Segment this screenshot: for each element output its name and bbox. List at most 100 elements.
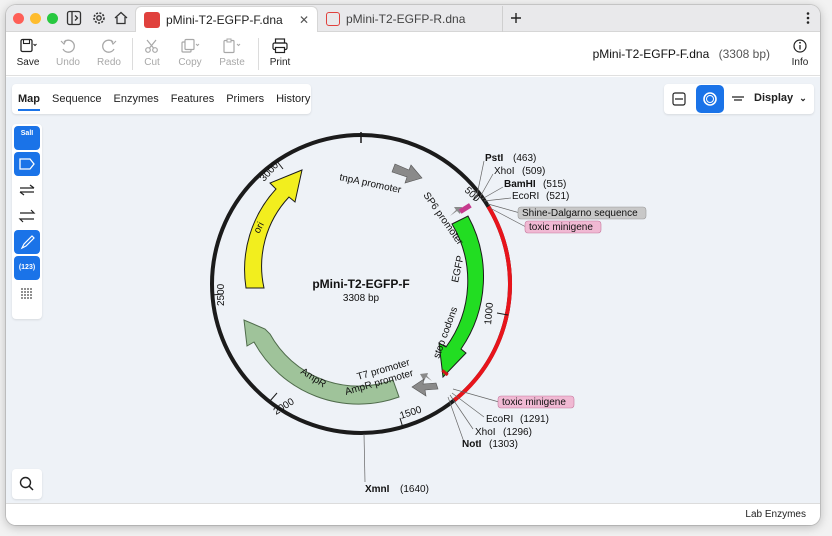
plasmid-map[interactable]: 500 1000 1500 2000 2500 3000 tnpA promot… — [6, 77, 820, 503]
save-label: Save — [16, 57, 40, 68]
title-bar: pMini-T2-EGFP-F.dna ✕ pMini-T2-EGFP-R.dn… — [6, 5, 820, 32]
tab-active-document[interactable]: pMini-T2-EGFP-F.dna ✕ — [135, 6, 318, 32]
ampr-promoter-arrow — [411, 378, 439, 397]
shine-dalgarno-mark — [458, 203, 472, 214]
tick-label-2500: 2500 — [216, 283, 227, 306]
site-ecori-2-name: EcoRI — [486, 414, 513, 425]
print-label: Print — [269, 57, 291, 68]
tick-label-2000: 2000 — [272, 396, 297, 417]
site-bamhi-name: BamHI — [504, 179, 536, 190]
tick-label-500: 500 — [462, 185, 482, 205]
circular-view-button[interactable] — [696, 85, 724, 113]
tab-primers[interactable]: Primers — [220, 84, 270, 114]
redo-icon — [102, 39, 117, 53]
paste-button[interactable]: Paste — [212, 36, 252, 68]
dna-file-icon — [326, 12, 340, 26]
sali-label: SalI — [20, 130, 34, 137]
info-icon — [793, 39, 807, 53]
cut-label: Cut — [144, 57, 160, 68]
numbers-toggle[interactable]: (123) — [14, 256, 40, 280]
paste-label: Paste — [219, 57, 245, 68]
chevron-down-icon: ⌄ — [799, 93, 807, 103]
document-name: pMini-T2-EGFP-F.dna — [592, 47, 710, 61]
brush-icon — [20, 235, 35, 250]
dna-file-icon — [144, 11, 160, 28]
home-icon[interactable] — [113, 10, 129, 26]
paste-icon — [223, 38, 241, 54]
view-tabs: Map Sequence Enzymes Features Primers Hi… — [12, 84, 311, 114]
find-button[interactable] — [12, 469, 42, 499]
side-toolbar: SalI (123) — [12, 124, 42, 319]
site-noti-pos: (1303) — [489, 439, 518, 450]
new-tab-icon[interactable] — [508, 10, 524, 26]
label-sp6: SP6 promoter — [421, 190, 466, 247]
tab-inactive-document[interactable]: pMini-T2-EGFP-R.dna — [318, 6, 503, 32]
text-lines-icon — [21, 288, 33, 299]
tab-enzymes[interactable]: Enzymes — [108, 84, 165, 114]
enzyme-sites-toggle[interactable]: SalI — [14, 126, 40, 150]
print-button[interactable]: Print — [260, 36, 300, 68]
linear-view-button[interactable] — [665, 85, 693, 113]
toxic-minigene-bottom-label: toxic minigene — [502, 397, 566, 408]
tick-label-1000: 1000 — [483, 302, 496, 326]
toxic-minigene-top-label: toxic minigene — [529, 222, 593, 233]
tab-label: pMini-T2-EGFP-F.dna — [166, 12, 283, 27]
site-ecori-name: EcoRI — [512, 191, 539, 202]
tab-history[interactable]: History — [270, 84, 316, 114]
zoom-window-button[interactable] — [47, 13, 58, 24]
sidebar-toggle-icon[interactable] — [66, 10, 82, 26]
site-noti-name: NotI — [462, 439, 482, 450]
site-xmni-name: XmnI — [365, 484, 390, 495]
minimize-window-button[interactable] — [30, 13, 41, 24]
document-length: (3308 bp) — [718, 47, 770, 61]
circular-map-icon — [703, 92, 717, 106]
tab-features[interactable]: Features — [165, 84, 220, 114]
primer-arrows-icon — [18, 209, 36, 223]
more-menu-icon[interactable] — [800, 10, 816, 26]
close-window-button[interactable] — [13, 13, 24, 24]
translation-toggle[interactable] — [14, 282, 40, 306]
orfs-toggle[interactable] — [14, 178, 40, 202]
feature-tag-icon — [19, 158, 35, 170]
gear-icon[interactable] — [91, 10, 107, 26]
sequence-view-button[interactable] — [724, 85, 752, 113]
t7-promoter-arrow — [420, 373, 432, 381]
tab-map[interactable]: Map — [12, 84, 46, 114]
numbers-label: (123) — [18, 264, 36, 271]
undo-icon — [60, 39, 75, 53]
site-ecori-2-pos: (1291) — [520, 414, 549, 425]
plasmid-length: 3308 bp — [343, 293, 380, 304]
display-menu-button[interactable]: Display ⌄ — [754, 92, 807, 104]
copy-button[interactable]: Copy — [170, 36, 210, 68]
plasmid-name: pMini-T2-EGFP-F — [312, 277, 409, 291]
label-tnpa: tnpA promoter — [338, 172, 402, 196]
tnpa-promoter-arrow — [391, 163, 423, 184]
site-psti-name: PstI — [485, 153, 504, 164]
label-egfp: EGFP — [450, 254, 466, 283]
primers-toggle[interactable] — [14, 204, 40, 228]
site-psti-pos: (463) — [513, 153, 536, 164]
tab-sequence[interactable]: Sequence — [46, 84, 108, 114]
site-xhoi-2-name: XhoI — [475, 427, 496, 438]
linear-map-icon — [672, 92, 686, 106]
sequence-lines-icon — [732, 96, 744, 101]
printer-icon — [272, 38, 288, 54]
redo-button[interactable]: Redo — [89, 36, 129, 68]
close-tab-icon[interactable]: ✕ — [299, 13, 309, 27]
site-bamhi-pos: (515) — [543, 179, 566, 190]
copy-icon — [181, 38, 200, 53]
info-button[interactable]: Info — [780, 36, 820, 68]
features-toggle[interactable] — [14, 152, 40, 176]
save-button[interactable]: Save — [8, 36, 48, 68]
save-icon — [20, 38, 37, 53]
undo-button[interactable]: Undo — [48, 36, 88, 68]
site-ecori-pos: (521) — [546, 191, 569, 202]
app-window: pMini-T2-EGFP-F.dna ✕ pMini-T2-EGFP-R.dn… — [6, 5, 820, 525]
info-label: Info — [791, 57, 809, 68]
redo-label: Redo — [97, 57, 121, 68]
cut-button[interactable]: Cut — [132, 36, 172, 68]
status-bar: Lab Enzymes — [6, 503, 820, 525]
enzyme-set-status[interactable]: Lab Enzymes — [745, 509, 806, 520]
edit-toggle[interactable] — [14, 230, 40, 254]
scissors-icon — [145, 39, 158, 53]
